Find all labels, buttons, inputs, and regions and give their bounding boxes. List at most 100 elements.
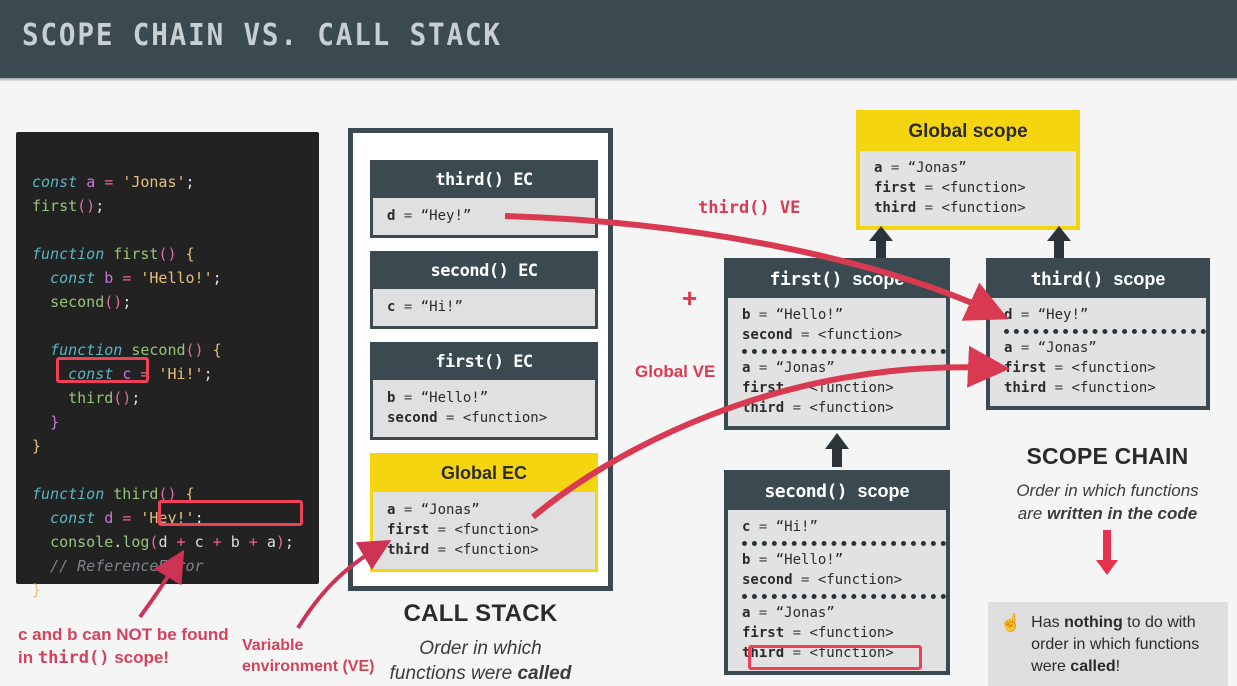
slide-header: SCOPE CHAIN VS. CALL STACK xyxy=(0,0,1237,78)
scope-body-second: c = “Hi!” b = “Hello!” second = <functio… xyxy=(728,510,946,671)
scope-var-value: <function> xyxy=(941,200,1026,216)
ec-body-third: d = “Hey!” xyxy=(373,198,595,235)
scope-chain-caption-sub: Order in which functions are written in … xyxy=(986,479,1229,525)
scope-chain-caption-title: SCOPE CHAIN xyxy=(1026,443,1189,469)
ec-body-first: b = “Hello!” second = <function> xyxy=(373,380,595,437)
scope-body-global: a = “Jonas” first = <function> third = <… xyxy=(860,151,1076,226)
scope-chain-caption-line2-pre: are xyxy=(1017,504,1048,523)
scope-title-first-plain: scope xyxy=(852,269,905,289)
label-third-ve: third() VE xyxy=(698,198,801,218)
ec-title-global: Global EC xyxy=(440,463,527,483)
ec-box-first: first() EC b = “Hello!” second = <functi… xyxy=(370,342,598,440)
scope-var-value: <function> xyxy=(1071,360,1156,376)
ec-title-second: second() EC xyxy=(430,261,538,281)
ec-box-second: second() EC c = “Hi!” xyxy=(370,251,598,329)
annotation-not-found-line2-post: scope! xyxy=(109,648,170,667)
scope-var-value: <function> xyxy=(809,645,894,661)
ec-var-value: “Hi!” xyxy=(420,299,463,315)
scope-var-value: <function> xyxy=(941,180,1026,196)
arrow-up-second-to-first-icon xyxy=(824,433,850,467)
note-pre: Has xyxy=(1031,614,1065,631)
scope-box-first: first() scope b = “Hello!” second = <fun… xyxy=(724,258,950,430)
call-stack-caption-title: CALL STACK xyxy=(403,600,558,627)
scope-var-name: first xyxy=(742,380,785,396)
arrow-down-red-icon xyxy=(1095,530,1119,581)
header-divider xyxy=(0,78,1237,81)
ec-var-name: third xyxy=(387,542,430,558)
scope-var-name: third xyxy=(1004,380,1047,396)
scope-var-value: “Hello!” xyxy=(775,307,844,323)
scope-chain-caption-line2-bold: written in the code xyxy=(1047,504,1198,523)
page-title: SCOPE CHAIN VS. CALL STACK xyxy=(22,18,502,53)
note-bold-called: called xyxy=(1070,658,1116,675)
scope-var-name: first xyxy=(742,625,785,641)
ec-var-name: first xyxy=(387,522,430,538)
scope-var-value: <function> xyxy=(817,572,903,588)
annotation-variable-environment: Variable environment (VE) xyxy=(242,635,392,677)
ec-box-global: Global EC a = “Jonas” first = <function>… xyxy=(370,453,598,572)
scope-var-name: first xyxy=(874,180,917,196)
scope-chain-caption-line1: Order in which functions xyxy=(1016,481,1199,500)
ec-body-second: c = “Hi!” xyxy=(373,289,595,326)
scope-chain-note: ☝ Has nothing to do with order in which … xyxy=(988,602,1228,686)
ec-var-value: “Jonas” xyxy=(420,502,480,518)
scope-title-global: Global scope xyxy=(908,121,1028,142)
scope-box-second: second() scope c = “Hi!” b = “Hello!” se… xyxy=(724,470,950,675)
scope-body-first: b = “Hello!” second = <function> a = “Jo… xyxy=(728,298,946,426)
ec-var-value: <function> xyxy=(454,522,539,538)
scope-title-first-mono: first() xyxy=(769,269,843,290)
call-stack-caption-line2-bold: called xyxy=(517,663,572,684)
pointing-finger-icon: ☝ xyxy=(1000,613,1022,632)
scope-var-name: third xyxy=(742,645,785,661)
scope-chain-note-text: Has nothing to do with order in which fu… xyxy=(1031,612,1218,686)
plus-sign: + xyxy=(682,283,698,313)
ec-body-global: a = “Jonas” first = <function> third = <… xyxy=(373,492,595,569)
slide-root: SCOPE CHAIN VS. CALL STACK const a = 'Jo… xyxy=(0,0,1237,686)
call-stack-caption-line2-pre: functions were xyxy=(389,663,518,684)
scope-var-name: third xyxy=(874,200,917,216)
arrow-up-first-to-global-icon xyxy=(868,226,894,258)
scope-var-name: second xyxy=(742,572,793,588)
ec-var-value: <function> xyxy=(454,542,539,558)
scope-var-value: “Jonas” xyxy=(775,360,835,376)
scope-var-name: first xyxy=(1004,360,1047,376)
ec-title-first: first() EC xyxy=(435,352,533,372)
scope-title-second-mono: second() xyxy=(764,481,848,502)
arrow-up-third-to-global-icon xyxy=(1046,226,1072,258)
ec-var-name: second xyxy=(387,410,438,426)
scope-title-third-plain: scope xyxy=(1113,269,1166,289)
annotation-not-found-line2-pre: in xyxy=(18,648,38,667)
scope-title-third: third() scope xyxy=(990,262,1206,298)
scope-separator xyxy=(1004,329,1206,334)
scope-title-third-mono: third() xyxy=(1030,269,1104,290)
call-stack-frame: third() EC d = “Hey!” second() EC c = “H… xyxy=(348,128,613,591)
scope-var-name: third xyxy=(742,400,785,416)
scope-var-value: “Hello!” xyxy=(775,552,844,568)
annotation-not-found-line1: c and b can NOT be found xyxy=(18,625,229,644)
scope-box-global: Global scope a = “Jonas” first = <functi… xyxy=(856,110,1080,230)
scope-var-value: “Hi!” xyxy=(775,519,818,535)
ec-box-third: third() EC d = “Hey!” xyxy=(370,160,598,238)
ec-var-value: “Hey!” xyxy=(420,208,472,224)
scope-var-value: “Jonas” xyxy=(907,160,967,176)
scope-separator xyxy=(742,594,946,599)
annotation-ve-line1: Variable xyxy=(242,637,304,654)
ec-title-third: third() EC xyxy=(435,170,533,190)
scope-var-value: “Jonas” xyxy=(775,605,835,621)
scope-title-first: first() scope xyxy=(728,262,946,298)
note-end: ! xyxy=(1115,658,1121,675)
scope-var-value: <function> xyxy=(1071,380,1156,396)
annotation-ve-line2: environment (VE) xyxy=(242,658,375,675)
label-global-ve: Global VE xyxy=(635,362,716,381)
scope-separator xyxy=(742,541,946,546)
scope-chain-caption: SCOPE CHAIN Order in which functions are… xyxy=(986,443,1229,525)
scope-title-second: second() scope xyxy=(728,474,946,510)
annotation-not-found: c and b can NOT be found in third() scop… xyxy=(18,623,258,670)
ec-var-value: “Hello!” xyxy=(420,390,489,406)
scope-var-value: <function> xyxy=(809,625,894,641)
scope-var-value: “Jonas” xyxy=(1037,340,1097,356)
scope-box-third: third() scope d = “Hey!” a = “Jonas” fir… xyxy=(986,258,1210,410)
scope-body-third: d = “Hey!” a = “Jonas” first = <function… xyxy=(990,298,1206,406)
scope-var-value: <function> xyxy=(809,380,894,396)
scope-var-value: “Hey!” xyxy=(1037,307,1089,323)
